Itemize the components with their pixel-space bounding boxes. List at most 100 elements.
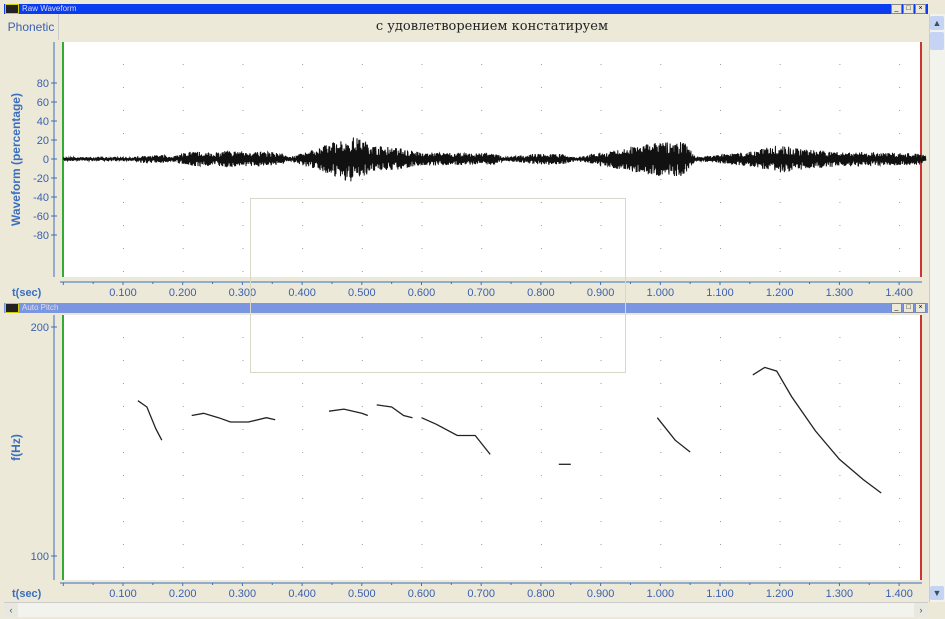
grid-dot [361, 567, 363, 568]
x-tick-label: 0.600 [408, 287, 436, 299]
y-tick-label: 200 [31, 322, 49, 334]
grid-dot [540, 567, 542, 568]
x-tick-label: 1.200 [766, 287, 794, 299]
grid-dot [540, 110, 542, 111]
y-tick-label: -60 [33, 211, 49, 223]
horizontal-scrollbar[interactable]: ‹ › [4, 602, 928, 617]
grid-dot [540, 202, 542, 203]
grid-dot [839, 521, 841, 522]
grid-dot [421, 133, 423, 134]
grid-dot [779, 452, 781, 453]
grid-dot [779, 202, 781, 203]
grid-dot [123, 248, 124, 249]
grid-dot [660, 567, 662, 568]
grid-dot [720, 271, 721, 272]
grid-dot [779, 64, 781, 65]
grid-dot [779, 544, 781, 545]
grid-dot [123, 521, 124, 522]
scroll-thumb[interactable] [930, 32, 944, 50]
grid-dot [421, 544, 423, 545]
grid-dot [242, 567, 244, 568]
grid-dot [123, 271, 124, 272]
grid-dot [540, 475, 542, 476]
grid-dot [302, 383, 304, 384]
scroll-left-button[interactable]: ‹ [4, 603, 18, 617]
grid-dot [182, 406, 184, 407]
x-tick-label: 0.100 [109, 287, 137, 299]
grid-dot [540, 498, 542, 499]
grid-dot [540, 521, 542, 522]
grid-dot [421, 179, 423, 180]
grid-dot [361, 87, 363, 88]
grid-dot [421, 248, 423, 249]
grid-dot [720, 567, 721, 568]
grid-dot [123, 179, 124, 180]
grid-dot [361, 64, 363, 65]
grid-dot [839, 498, 841, 499]
grid-dot [242, 452, 244, 453]
vertical-scrollbar[interactable]: ▲ ▼ [929, 14, 945, 602]
grid-dot [600, 271, 602, 272]
grid-dot [540, 64, 542, 65]
grid-dot [540, 406, 542, 407]
grid-dot [302, 360, 304, 361]
grid-dot [540, 133, 542, 134]
grid-dot [660, 225, 662, 226]
grid-dot [899, 360, 901, 361]
grid-dot [899, 337, 901, 338]
x-tick-label: 0.300 [229, 287, 257, 299]
grid-dot [481, 225, 483, 226]
grid-dot [242, 475, 244, 476]
y-tick-label: 100 [31, 551, 49, 563]
scroll-right-button[interactable]: › [914, 603, 928, 617]
grid-dot [421, 337, 423, 338]
grid-dot [540, 360, 542, 361]
grid-dot [600, 452, 602, 453]
x-tick-label: 1.000 [647, 287, 675, 299]
grid-dot [242, 337, 244, 338]
grid-dot [660, 429, 662, 430]
grid-dot [540, 429, 542, 430]
x-tick-label: 0.700 [467, 588, 495, 600]
grid-dot [421, 498, 423, 499]
grid-dot [720, 521, 721, 522]
grid-dot [899, 87, 901, 88]
grid-dot [242, 87, 244, 88]
grid-dot [660, 64, 662, 65]
grid-dot [540, 452, 542, 453]
grid-dot [421, 567, 423, 568]
grid-dot [660, 110, 662, 111]
grid-dot [421, 406, 423, 407]
x-tick-label: 0.900 [587, 287, 615, 299]
x-tick-label: 0.100 [109, 588, 137, 600]
grid-dot [421, 360, 423, 361]
grid-dot [481, 87, 483, 88]
grid-dot [839, 475, 841, 476]
grid-dot [899, 544, 901, 545]
scroll-down-button[interactable]: ▼ [930, 586, 944, 600]
x-tick-label: 0.500 [348, 588, 376, 600]
grid-dot [481, 383, 483, 384]
grid-dot [361, 498, 363, 499]
grid-dot [839, 567, 841, 568]
x-axis-label: t(sec) [12, 588, 42, 600]
grid-dot [421, 271, 423, 272]
grid-dot [182, 64, 184, 65]
grid-dot [302, 498, 304, 499]
grid-dot [540, 337, 542, 338]
grid-dot [899, 225, 901, 226]
grid-dot [899, 179, 901, 180]
grid-dot [779, 498, 781, 499]
grid-dot [302, 337, 304, 338]
scroll-up-button[interactable]: ▲ [930, 16, 944, 30]
grid-dot [361, 225, 363, 226]
grid-dot [899, 475, 901, 476]
grid-dot [361, 406, 363, 407]
grid-dot [302, 406, 304, 407]
grid-dot [481, 202, 483, 203]
grid-dot [720, 406, 721, 407]
grid-dot [361, 475, 363, 476]
grid-dot [540, 544, 542, 545]
grid-dot [302, 179, 304, 180]
grid-dot [182, 521, 184, 522]
